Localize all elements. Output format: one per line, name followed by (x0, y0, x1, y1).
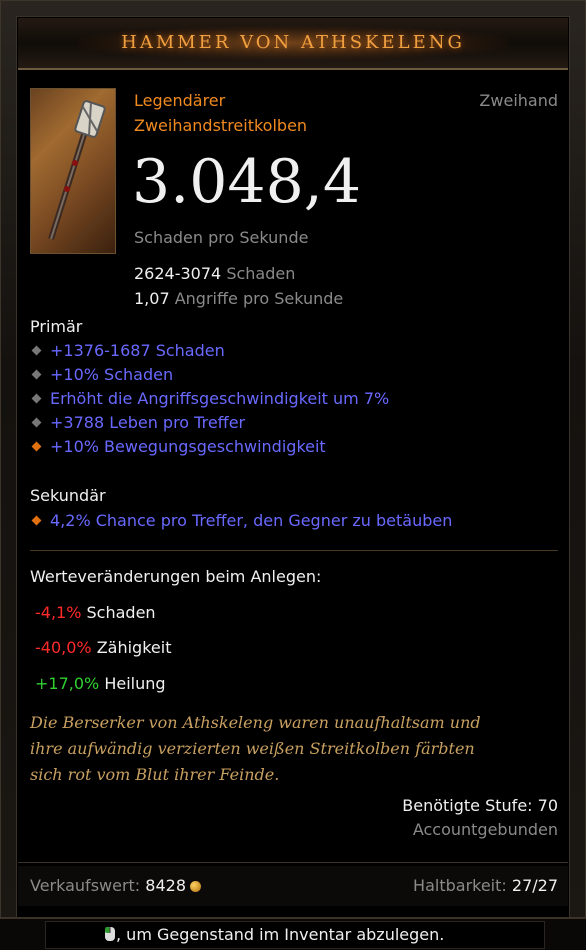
mace-icon (48, 100, 106, 240)
mouse-icon (105, 927, 115, 941)
tooltip-header: HAMMER VON ATHSKELENG (18, 18, 568, 70)
aps-value: 1,07 (134, 289, 170, 308)
sell-value: Verkaufswert: 8428 (30, 876, 202, 895)
primary-stat: +10% Schaden (50, 365, 174, 384)
secondary-stat: 4,2% Chance pro Treffer, den Gegner zu b… (50, 511, 453, 530)
comparison-label: Heilung (104, 674, 166, 693)
durability-label: Haltbarkeit: (413, 876, 507, 895)
section-divider (30, 550, 558, 551)
item-name: HAMMER VON ATHSKELENG (121, 32, 465, 53)
flavor-text: Die Berserker von Athskeleng waren unauf… (30, 710, 560, 788)
item-rarity-line1: Legendärer (134, 91, 226, 110)
comparison-label: Zähigkeit (96, 638, 172, 657)
comparison-value: -4,1% (35, 603, 82, 622)
durability: Haltbarkeit: 27/27 (413, 876, 558, 895)
damage-label: Schaden (226, 264, 296, 283)
aps-label: Angriffe pro Sekunde (174, 289, 344, 308)
primary-heading: Primär (30, 317, 83, 336)
comparison-value: +17,0% (35, 674, 100, 693)
comparison-row: +17,0% Heilung (35, 674, 166, 693)
damage-line: 2624-3074 Schaden (134, 264, 295, 283)
hint-line: , um Gegenstand im Inventar abzulegen. (104, 925, 444, 944)
aps-line: 1,07 Angriffe pro Sekunde (134, 289, 343, 308)
footer-divider (18, 862, 568, 863)
sell-amount: 8428 (145, 876, 187, 895)
damage-range: 2624-3074 (134, 264, 222, 283)
comparison-row: -4,1% Schaden (35, 603, 156, 622)
hint-text: , um Gegenstand im Inventar abzulegen. (116, 925, 445, 944)
primary-stat: +3788 Leben pro Treffer (50, 413, 246, 432)
comparison-value: -40,0% (35, 638, 92, 657)
flavor-line: sich rot vom Blut ihrer Feinde. (30, 765, 280, 784)
primary-stat: +10% Bewegungsgeschwindigkeit (50, 437, 326, 456)
flavor-line: ihre aufwändig verzierten weißen Streitk… (30, 739, 475, 758)
primary-stat: +1376-1687 Schaden (50, 341, 225, 360)
binding-text: Accountgebunden (412, 820, 558, 839)
item-rarity-line2: Zweihandstreitkolben (134, 116, 308, 135)
dps-value: 3.048,4 (132, 147, 362, 217)
item-icon (30, 88, 116, 254)
primary-stat: Erhöht die Angriffsgeschwindigkeit um 7% (50, 389, 390, 408)
comparison-row: -40,0% Zähigkeit (35, 638, 171, 657)
dps-label: Schaden pro Sekunde (134, 228, 309, 247)
sell-label: Verkaufswert: (30, 876, 141, 895)
comparison-label: Schaden (86, 603, 156, 622)
hint-bar: , um Gegenstand im Inventar abzulegen. (0, 918, 586, 950)
item-slot: Zweihand (479, 91, 558, 110)
durability-value: 27/27 (511, 876, 558, 895)
gold-coin-icon (190, 881, 202, 892)
required-level: Benötigte Stufe: 70 (402, 796, 558, 815)
secondary-heading: Sekundär (30, 486, 106, 505)
flavor-line: Die Berserker von Athskeleng waren unauf… (30, 713, 481, 732)
comparison-heading: Werteveränderungen beim Anlegen: (30, 567, 322, 586)
